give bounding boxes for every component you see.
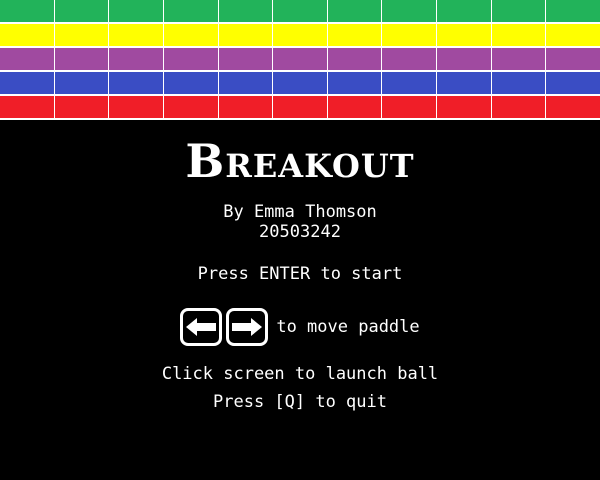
brick bbox=[54, 24, 110, 48]
brick bbox=[163, 48, 219, 72]
brick bbox=[273, 72, 328, 96]
brick bbox=[0, 0, 55, 24]
brick bbox=[0, 48, 55, 72]
brick bbox=[54, 72, 110, 96]
brick bbox=[273, 48, 328, 72]
brick bbox=[0, 96, 55, 120]
brick bbox=[491, 72, 547, 96]
brick bbox=[218, 48, 274, 72]
launch-hint: Click screen to launch ball bbox=[161, 364, 439, 384]
brick bbox=[54, 0, 110, 24]
brick bbox=[273, 0, 328, 24]
brick bbox=[109, 96, 164, 120]
brick bbox=[163, 0, 219, 24]
brick-row bbox=[0, 24, 600, 48]
brick bbox=[54, 96, 110, 120]
start-prompt: Press ENTER to start bbox=[197, 264, 403, 284]
brick bbox=[546, 24, 600, 48]
move-paddle-hint: to move paddle bbox=[276, 317, 420, 337]
brick bbox=[218, 24, 274, 48]
brick-row bbox=[0, 48, 600, 72]
brick bbox=[382, 0, 438, 24]
brick bbox=[327, 48, 383, 72]
brick bbox=[327, 24, 383, 48]
brick bbox=[109, 24, 164, 48]
right-arrow-icon bbox=[232, 318, 263, 336]
quit-hint: Press [Q] to quit bbox=[213, 392, 387, 412]
brick bbox=[0, 24, 55, 48]
brick bbox=[437, 0, 492, 24]
brick bbox=[382, 48, 438, 72]
brick bbox=[491, 24, 547, 48]
brick bbox=[54, 48, 110, 72]
brick bbox=[273, 96, 328, 120]
brick-row bbox=[0, 72, 600, 96]
brick bbox=[218, 0, 274, 24]
brick bbox=[437, 96, 492, 120]
brick bbox=[218, 72, 274, 96]
brick-row bbox=[0, 0, 600, 24]
brick bbox=[382, 96, 438, 120]
brick bbox=[491, 48, 547, 72]
brick bbox=[109, 72, 164, 96]
student-id: 20503242 bbox=[259, 222, 341, 242]
brick bbox=[0, 72, 55, 96]
brick bbox=[546, 96, 600, 120]
brick bbox=[437, 48, 492, 72]
brick bbox=[218, 96, 274, 120]
brick bbox=[109, 48, 164, 72]
brick bbox=[546, 72, 600, 96]
game-title: Breakout bbox=[185, 134, 415, 188]
brick bbox=[491, 96, 547, 120]
brick bbox=[382, 72, 438, 96]
brick bbox=[546, 48, 600, 72]
brick bbox=[437, 72, 492, 96]
brick bbox=[327, 0, 383, 24]
left-arrow-key bbox=[180, 308, 223, 346]
author-credit: By Emma Thomson bbox=[223, 202, 377, 222]
left-arrow-icon bbox=[186, 318, 217, 336]
game-screen[interactable]: Breakout By Emma Thomson 20503242 Press … bbox=[0, 0, 600, 480]
brick bbox=[273, 24, 328, 48]
brick bbox=[163, 24, 219, 48]
brick bbox=[546, 0, 600, 24]
brick bbox=[327, 72, 383, 96]
brick-wall bbox=[0, 0, 600, 120]
brick bbox=[382, 24, 438, 48]
brick bbox=[437, 24, 492, 48]
brick bbox=[491, 0, 547, 24]
brick bbox=[163, 96, 219, 120]
brick-row bbox=[0, 96, 600, 120]
brick bbox=[109, 0, 164, 24]
brick bbox=[163, 72, 219, 96]
brick bbox=[327, 96, 383, 120]
right-arrow-key bbox=[226, 308, 269, 346]
controls-hint: to move paddle bbox=[0, 308, 600, 346]
